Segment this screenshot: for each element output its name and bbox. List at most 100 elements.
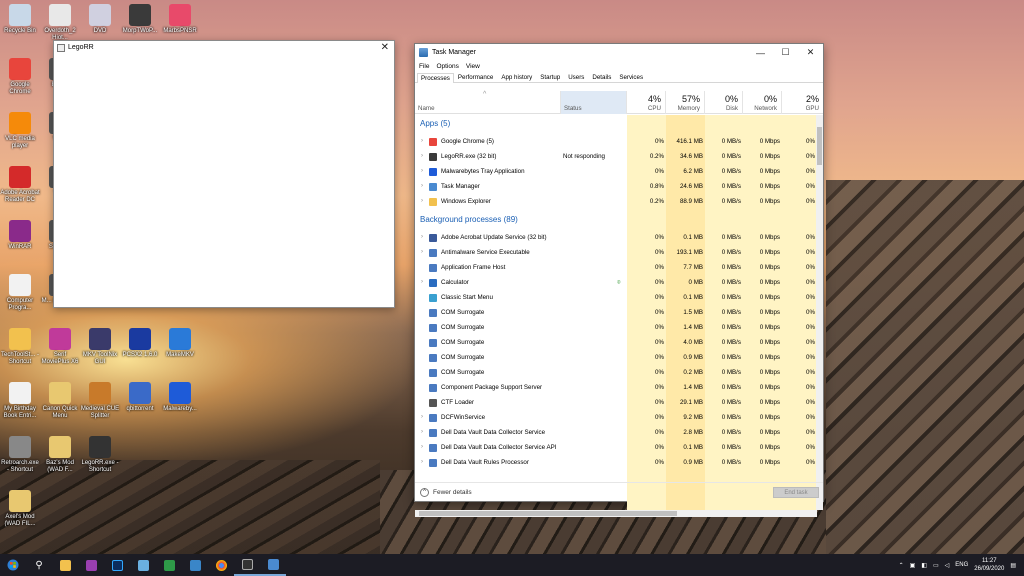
table-row[interactable]: COM Surrogate 0% 1.5 MB 0 MB/s 0 Mbps 0% (415, 305, 817, 320)
chevron-right-icon[interactable]: › (415, 164, 429, 179)
taskbar-chrome[interactable] (208, 554, 234, 576)
table-row[interactable]: › Dell Data Vault Data Collector Service … (415, 440, 817, 455)
table-row[interactable]: › DCFWinService 0% 9.2 MB 0 MB/s 0 Mbps 0% (415, 410, 817, 425)
chevron-right-icon[interactable]: › (415, 245, 429, 260)
column-header-network[interactable]: 0% Network (743, 91, 782, 114)
table-row[interactable]: COM Surrogate 0% 4.0 MB 0 MB/s 0 Mbps 0% (415, 335, 817, 350)
chevron-right-icon[interactable]: › (415, 149, 429, 164)
table-row[interactable]: › Dell Data Vault Rules Processor 0% 0.9 MB… (415, 455, 817, 470)
desktop-icon[interactable]: Axel's Mod (WAD FIL... (0, 490, 40, 528)
close-icon[interactable]: ✕ (381, 42, 389, 53)
taskbar-app[interactable] (130, 554, 156, 576)
table-row[interactable]: COM Surrogate 0% 0.2 MB 0 MB/s 0 Mbps 0% (415, 365, 817, 380)
desktop-icon[interactable]: Adobe Acrobat Reader DC (0, 166, 40, 204)
taskbar-photoshop[interactable] (104, 554, 130, 576)
desktop-icon[interactable]: MakeMKV (160, 328, 200, 359)
desktop-icon[interactable]: Malwareby... (160, 382, 200, 413)
desktop-icon[interactable]: Baz's Mod (WAD F... (40, 436, 80, 474)
desktop-icon[interactable]: MKV ToolNix GUI (80, 328, 120, 366)
tab-app-history[interactable]: App history (497, 72, 536, 82)
table-row[interactable]: › Calculator ⌾ 0% 0 MB 0 MB/s 0 Mbps 0% (415, 275, 817, 290)
desktop-icon[interactable]: Computer Progra... (0, 274, 40, 312)
chevron-right-icon[interactable]: › (415, 134, 429, 149)
desktop-icon[interactable]: PCSX2 1.6.0 (120, 328, 160, 359)
chevron-right-icon[interactable]: › (415, 455, 429, 470)
tab-users[interactable]: Users (564, 72, 588, 82)
desktop-icon[interactable]: Serif MoviePlus X6 (40, 328, 80, 366)
desktop-icon[interactable]: MarbsPNSR (160, 4, 200, 35)
tab-services[interactable]: Services (615, 72, 647, 82)
desktop-icon[interactable]: Recycle Bin (0, 4, 40, 35)
tab-details[interactable]: Details (588, 72, 615, 82)
menu-view[interactable]: View (466, 63, 480, 70)
scrollbar-thumb[interactable] (817, 127, 822, 165)
tab-startup[interactable]: Startup (536, 72, 564, 82)
app-tray-icon[interactable]: ◧ (921, 562, 927, 569)
notification-icon[interactable]: ▤ (1010, 562, 1016, 569)
table-row[interactable]: Component Package Support Server 0% 1.4 MB… (415, 380, 817, 395)
task-manager-titlebar[interactable]: Task Manager — ☐ ✕ (415, 44, 823, 61)
chevron-right-icon[interactable]: › (415, 440, 429, 455)
desktop-icon[interactable]: Canon Quick Menu (40, 382, 80, 420)
chevron-right-icon[interactable]: › (415, 179, 429, 194)
maximize-button[interactable]: ☐ (773, 44, 798, 61)
column-header-status[interactable]: Status (561, 91, 627, 114)
column-header-name[interactable]: ^ Name (415, 91, 561, 114)
scrollbar-thumb[interactable] (419, 511, 677, 516)
desktop-icon[interactable]: Google Chrome (0, 58, 40, 96)
column-header-cpu[interactable]: 4% CPU (627, 91, 666, 114)
fewer-details-button[interactable]: ^ Fewer details (415, 487, 472, 497)
taskbar-app[interactable] (156, 554, 182, 576)
table-row[interactable]: › Antimalware Service Executable 0% 193.1 M… (415, 245, 817, 260)
column-header-disk[interactable]: 0% Disk (705, 91, 743, 114)
table-row[interactable]: › LegoRR.exe (32 bit) Not responding 0.2% 34… (415, 149, 817, 164)
taskbar-app[interactable] (78, 554, 104, 576)
chevron-right-icon[interactable]: › (415, 425, 429, 440)
table-row[interactable]: Application Frame Host 0% 7.7 MB 0 MB/s 0 Mb… (415, 260, 817, 275)
taskbar-app[interactable] (182, 554, 208, 576)
network-icon[interactable]: ▣ (910, 562, 916, 569)
chevron-right-icon[interactable]: › (415, 230, 429, 245)
table-row[interactable]: › Malwarebytes Tray Application 0% 6.2 MB 0 … (415, 164, 817, 179)
tab-processes[interactable]: Processes (417, 73, 454, 83)
table-row[interactable]: › Dell Data Vault Data Collector Service 0… (415, 425, 817, 440)
start-button[interactable] (0, 554, 26, 576)
chevron-right-icon[interactable]: › (415, 410, 429, 425)
desktop-icon[interactable]: WinRAR (0, 220, 40, 251)
desktop-icon[interactable]: VLC media player (0, 112, 40, 150)
menu-options[interactable]: Options (436, 63, 458, 70)
task-manager-window[interactable]: Task Manager — ☐ ✕ File Options View Pro… (414, 43, 824, 517)
table-row[interactable]: › Google Chrome (5) 0% 416.1 MB 0 MB/s 0 Mbps… (415, 134, 817, 149)
close-button[interactable]: ✕ (798, 44, 823, 61)
column-header-memory[interactable]: 57% Memory (666, 91, 705, 114)
table-row[interactable]: › Task Manager 0.8% 24.6 MB 0 MB/s 0 Mbps 0% (415, 179, 817, 194)
table-row[interactable]: › Windows Explorer 0.2% 88.9 MB 0 MB/s 0 Mbps… (415, 194, 817, 209)
desktop-icon[interactable]: My Birthday Book Entri... (0, 382, 40, 420)
table-row[interactable]: CTF Loader 0% 29.1 MB 0 MB/s 0 Mbps 0% (415, 395, 817, 410)
table-row[interactable]: COM Surrogate 0% 0.9 MB 0 MB/s 0 Mbps 0% (415, 350, 817, 365)
taskbar-legorr[interactable] (234, 554, 260, 576)
desktop-icon[interactable]: qbittorrent (120, 382, 160, 413)
legorr-titlebar[interactable]: LegoRR (54, 41, 394, 54)
desktop-icon[interactable]: LegoRR.exe - Shortcut (80, 436, 120, 474)
table-row[interactable]: Classic Start Menu 0% 0.1 MB 0 MB/s 0 Mbps 0% (415, 290, 817, 305)
table-row[interactable]: COM Surrogate 0% 1.4 MB 0 MB/s 0 Mbps 0% (415, 320, 817, 335)
taskbar-task-manager[interactable] (260, 554, 286, 576)
taskbar-file-explorer[interactable] (52, 554, 78, 576)
chevron-right-icon[interactable]: › (415, 275, 429, 290)
chevron-right-icon[interactable]: › (415, 194, 429, 209)
legorr-window[interactable]: LegoRR ✕ (53, 40, 395, 308)
table-row[interactable]: › Adobe Acrobat Update Service (32 bit) 0%… (415, 230, 817, 245)
minimize-button[interactable]: — (748, 44, 773, 61)
volume-icon[interactable]: ◁ (945, 562, 950, 569)
end-task-button[interactable]: End task (773, 487, 819, 498)
vertical-scrollbar[interactable] (816, 115, 823, 510)
language-indicator[interactable]: ENG (955, 562, 968, 568)
desktop-icon[interactable]: TechToolSt... - Shortcut (0, 328, 40, 366)
desktop-icon[interactable]: Retroarch.exe - Shortcut (0, 436, 40, 474)
column-header-gpu[interactable]: 2% GPU (782, 91, 823, 114)
search-icon[interactable]: ⚲ (26, 554, 52, 576)
horizontal-scrollbar[interactable] (415, 510, 817, 517)
tab-performance[interactable]: Performance (454, 72, 497, 82)
desktop-icon[interactable]: DVD (80, 4, 120, 35)
